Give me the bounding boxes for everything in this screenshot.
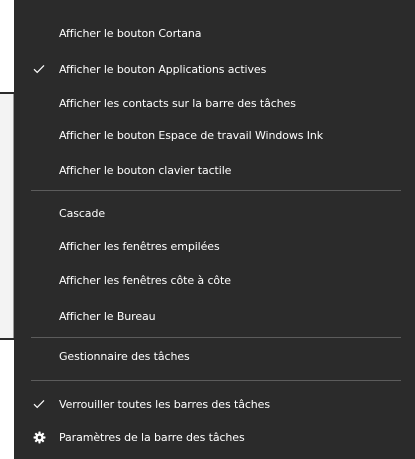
menu-item-cascade[interactable]: Cascade [14,196,415,230]
menu-item-label: Afficher le Bureau [59,309,156,323]
menu-item-label: Afficher les fenêtres côte à côte [59,273,231,287]
menu-item-label: Afficher le bouton clavier tactile [59,163,232,177]
menu-item-side-by-side-windows[interactable]: Afficher les fenêtres côte à côte [14,263,415,297]
menu-item-show-contacts[interactable]: Afficher les contacts sur la barre des t… [14,86,415,120]
menu-item-label: Cascade [59,206,105,220]
menu-item-label: Paramètres de la barre des tâches [59,430,245,444]
menu-item-taskbar-settings[interactable]: Paramètres de la barre des tâches [14,420,415,454]
checkmark-icon [31,396,47,412]
menu-item-lock-taskbars[interactable]: Verrouiller toutes les barres des tâches [14,387,415,421]
menu-item-label: Afficher les fenêtres empilées [59,239,220,253]
menu-item-label: Verrouiller toutes les barres des tâches [59,397,270,411]
gear-icon [31,429,47,445]
menu-item-label: Gestionnaire des tâches [59,349,190,363]
menu-item-label: Afficher les contacts sur la barre des t… [59,96,296,110]
menu-item-label: Afficher le bouton Applications actives [59,62,267,76]
menu-item-show-desktop[interactable]: Afficher le Bureau [14,299,415,333]
menu-separator [31,190,401,191]
menu-item-cortana-button[interactable]: Afficher le bouton Cortana [14,16,415,50]
menu-separator [31,380,401,381]
menu-item-touch-keyboard-button[interactable]: Afficher le bouton clavier tactile [14,153,415,187]
menu-separator [31,337,401,338]
checkmark-icon [31,61,47,77]
menu-item-label: Afficher le bouton Cortana [59,26,202,40]
menu-item-stacked-windows[interactable]: Afficher les fenêtres empilées [14,229,415,263]
menu-item-label: Afficher le bouton Espace de travail Win… [59,128,324,142]
menu-item-windows-ink-button[interactable]: Afficher le bouton Espace de travail Win… [14,118,415,152]
taskbar-context-menu: Afficher le bouton Cortana Afficher le b… [14,0,415,459]
menu-item-task-manager[interactable]: Gestionnaire des tâches [14,339,415,373]
background-window-edge [0,92,14,340]
menu-item-active-apps-button[interactable]: Afficher le bouton Applications actives [14,52,415,86]
